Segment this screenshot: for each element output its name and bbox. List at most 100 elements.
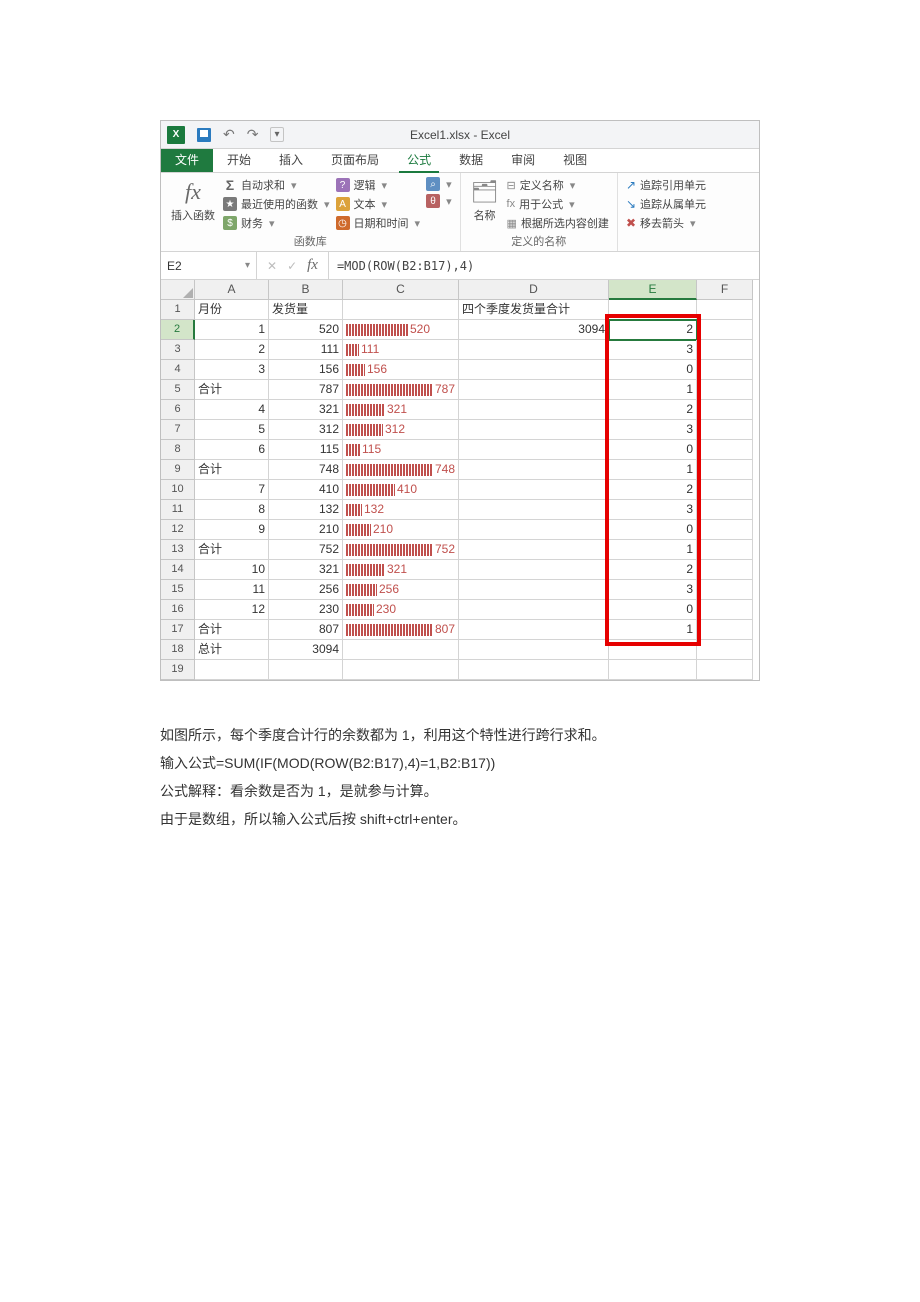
col-header-E[interactable]: E: [609, 280, 697, 300]
cell-E6[interactable]: 2: [609, 400, 697, 420]
cell-C11[interactable]: 132: [343, 500, 459, 520]
formula-input[interactable]: =MOD(ROW(B2:B17),4): [329, 259, 759, 273]
row-header-8[interactable]: 8: [161, 440, 195, 460]
row-header-10[interactable]: 10: [161, 480, 195, 500]
cell-D19[interactable]: [459, 660, 609, 680]
cell-D2[interactable]: 3094: [459, 320, 609, 340]
cell-C9[interactable]: 748: [343, 460, 459, 480]
tab-data[interactable]: 数据: [445, 147, 497, 172]
cell-D17[interactable]: [459, 620, 609, 640]
row-header-1[interactable]: 1: [161, 300, 195, 320]
cell-C8[interactable]: 115: [343, 440, 459, 460]
cell-B11[interactable]: 132: [269, 500, 343, 520]
cell-C5[interactable]: 787: [343, 380, 459, 400]
cell-E16[interactable]: 0: [609, 600, 697, 620]
row-header-2[interactable]: 2: [161, 320, 195, 340]
trace-dependents-button[interactable]: ↘追踪从属单元: [626, 196, 706, 212]
cell-E19[interactable]: [609, 660, 697, 680]
cell-F17[interactable]: [697, 620, 753, 640]
use-in-formula-button[interactable]: fx用于公式▾: [507, 196, 609, 212]
cancel-icon[interactable]: ✕: [267, 259, 277, 273]
tab-file[interactable]: 文件: [161, 147, 213, 172]
cell-A19[interactable]: [195, 660, 269, 680]
trace-precedents-button[interactable]: ↗追踪引用单元: [626, 177, 706, 193]
define-name-button[interactable]: ⊟定义名称▾: [507, 177, 609, 193]
cell-A8[interactable]: 6: [195, 440, 269, 460]
cell-C2[interactable]: 520: [343, 320, 459, 340]
col-header-A[interactable]: A: [195, 280, 269, 300]
cell-D6[interactable]: [459, 400, 609, 420]
cell-D7[interactable]: [459, 420, 609, 440]
name-box[interactable]: E2 ▾: [161, 252, 257, 279]
cell-B18[interactable]: 3094: [269, 640, 343, 660]
redo-icon[interactable]: ↷: [247, 126, 259, 143]
cell-D18[interactable]: [459, 640, 609, 660]
cell-C17[interactable]: 807: [343, 620, 459, 640]
cell-A5[interactable]: 合计: [195, 380, 269, 400]
cell-C19[interactable]: [343, 660, 459, 680]
tab-insert[interactable]: 插入: [265, 147, 317, 172]
cell-E18[interactable]: [609, 640, 697, 660]
fx-icon[interactable]: fx: [307, 257, 318, 274]
cell-A18[interactable]: 总计: [195, 640, 269, 660]
insert-function-button[interactable]: fx 插入函数: [169, 177, 217, 225]
cell-C16[interactable]: 230: [343, 600, 459, 620]
undo-icon[interactable]: ↶: [223, 126, 235, 143]
qat-customize-icon[interactable]: ▾: [270, 127, 283, 142]
cell-C18[interactable]: [343, 640, 459, 660]
cell-D16[interactable]: [459, 600, 609, 620]
cell-A11[interactable]: 8: [195, 500, 269, 520]
remove-arrows-button[interactable]: ✖移去箭头▾: [626, 215, 706, 231]
cell-F5[interactable]: [697, 380, 753, 400]
cell-A4[interactable]: 3: [195, 360, 269, 380]
cell-D12[interactable]: [459, 520, 609, 540]
enter-icon[interactable]: ✓: [287, 259, 297, 273]
row-header-7[interactable]: 7: [161, 420, 195, 440]
cell-E14[interactable]: 2: [609, 560, 697, 580]
cell-F1[interactable]: [697, 300, 753, 320]
cell-F8[interactable]: [697, 440, 753, 460]
cell-D15[interactable]: [459, 580, 609, 600]
cell-B17[interactable]: 807: [269, 620, 343, 640]
cell-E11[interactable]: 3: [609, 500, 697, 520]
cell-F9[interactable]: [697, 460, 753, 480]
select-all-corner[interactable]: [161, 280, 195, 300]
logical-button[interactable]: ?逻辑▾: [336, 177, 421, 193]
math-button[interactable]: θ▾: [426, 194, 452, 208]
col-header-D[interactable]: D: [459, 280, 609, 300]
cell-B5[interactable]: 787: [269, 380, 343, 400]
row-header-15[interactable]: 15: [161, 580, 195, 600]
cell-A10[interactable]: 7: [195, 480, 269, 500]
cell-E15[interactable]: 3: [609, 580, 697, 600]
row-header-9[interactable]: 9: [161, 460, 195, 480]
row-header-3[interactable]: 3: [161, 340, 195, 360]
cell-F11[interactable]: [697, 500, 753, 520]
cell-E1[interactable]: [609, 300, 697, 320]
recent-functions-button[interactable]: ★最近使用的函数▾: [223, 196, 330, 212]
row-header-18[interactable]: 18: [161, 640, 195, 660]
cell-A13[interactable]: 合计: [195, 540, 269, 560]
row-header-14[interactable]: 14: [161, 560, 195, 580]
cell-D3[interactable]: [459, 340, 609, 360]
cell-A6[interactable]: 4: [195, 400, 269, 420]
cell-B7[interactable]: 312: [269, 420, 343, 440]
cell-A7[interactable]: 5: [195, 420, 269, 440]
cell-B14[interactable]: 321: [269, 560, 343, 580]
cell-E5[interactable]: 1: [609, 380, 697, 400]
row-header-11[interactable]: 11: [161, 500, 195, 520]
cell-E12[interactable]: 0: [609, 520, 697, 540]
datetime-button[interactable]: ◷日期和时间▾: [336, 215, 421, 231]
cell-F3[interactable]: [697, 340, 753, 360]
cell-A12[interactable]: 9: [195, 520, 269, 540]
cell-B6[interactable]: 321: [269, 400, 343, 420]
col-header-C[interactable]: C: [343, 280, 459, 300]
cell-D14[interactable]: [459, 560, 609, 580]
cell-E3[interactable]: 3: [609, 340, 697, 360]
cell-B19[interactable]: [269, 660, 343, 680]
cell-F12[interactable]: [697, 520, 753, 540]
cell-C3[interactable]: 111: [343, 340, 459, 360]
row-header-13[interactable]: 13: [161, 540, 195, 560]
row-header-6[interactable]: 6: [161, 400, 195, 420]
row-header-4[interactable]: 4: [161, 360, 195, 380]
cell-F7[interactable]: [697, 420, 753, 440]
